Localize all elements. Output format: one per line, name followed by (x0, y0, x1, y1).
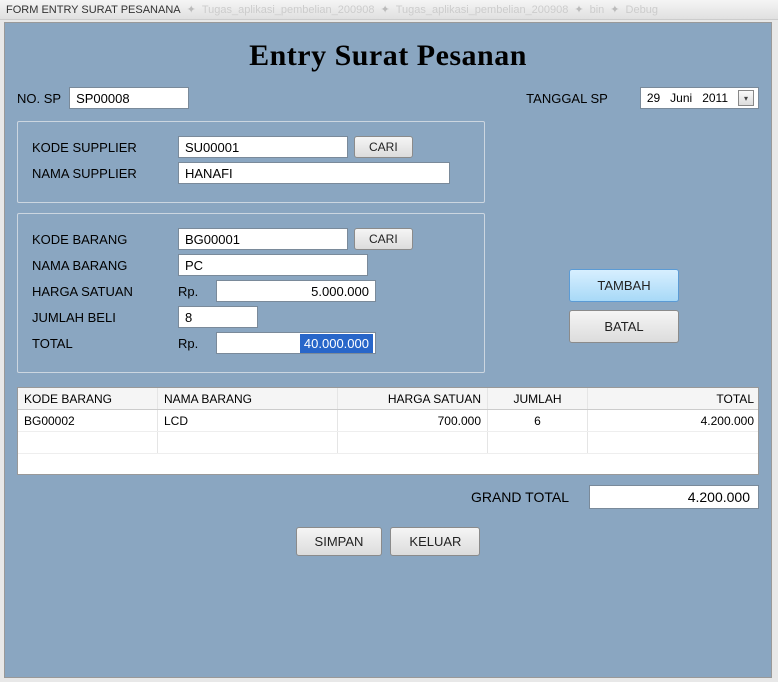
rp-label: Rp. (178, 336, 210, 351)
table-row[interactable]: BG00002 LCD 700.000 6 4.200.000 (18, 410, 758, 432)
batal-button[interactable]: BATAL (569, 310, 679, 343)
tab-3[interactable]: bin (590, 4, 605, 16)
header-row: NO. SP TANGGAL SP 29 Juni 2011 ▾ (17, 87, 759, 109)
cell-kode: BG00002 (18, 410, 158, 431)
kode-barang-label: KODE BARANG (32, 232, 172, 247)
col-nama-barang[interactable]: NAMA BARANG (158, 388, 338, 409)
tab-separator: ✦ (381, 3, 390, 16)
keluar-button[interactable]: KELUAR (390, 527, 480, 556)
grand-total-row: GRAND TOTAL (17, 485, 759, 509)
tambah-button[interactable]: TAMBAH (569, 269, 679, 302)
grand-total-label: GRAND TOTAL (471, 489, 569, 505)
barang-group: KODE BARANG CARI NAMA BARANG HARGA SATUA… (17, 213, 485, 373)
chevron-down-icon[interactable]: ▾ (738, 90, 754, 106)
nama-supplier-input[interactable] (178, 162, 450, 184)
harga-satuan-input[interactable] (216, 280, 376, 302)
side-buttons: TAMBAH BATAL (569, 269, 679, 343)
total-label: TOTAL (32, 336, 172, 351)
supplier-group: KODE SUPPLIER CARI NAMA SUPPLIER (17, 121, 485, 203)
cell-total: 4.200.000 (588, 410, 760, 431)
tab-1[interactable]: Tugas_aplikasi_pembelian_200908 (202, 4, 375, 16)
kode-supplier-input[interactable] (178, 136, 348, 158)
date-year: 2011 (702, 91, 728, 105)
cell-jumlah: 6 (488, 410, 588, 431)
form-window: Entry Surat Pesanan NO. SP TANGGAL SP 29… (4, 22, 772, 678)
date-day: 29 (647, 91, 660, 105)
window-title-bar: FORM ENTRY SURAT PESANANA ✦ Tugas_aplika… (0, 0, 778, 20)
simpan-button[interactable]: SIMPAN (296, 527, 383, 556)
window-title: FORM ENTRY SURAT PESANANA (6, 4, 181, 16)
jumlah-beli-label: JUMLAH BELI (32, 310, 172, 325)
cell-nama: LCD (158, 410, 338, 431)
col-harga-satuan[interactable]: HARGA SATUAN (338, 388, 488, 409)
harga-satuan-label: HARGA SATUAN (32, 284, 172, 299)
total-input[interactable]: 40.000.000 (216, 332, 376, 354)
tab-separator: ✦ (187, 3, 196, 16)
tanggal-sp-label: TANGGAL SP (526, 91, 608, 106)
items-table: KODE BARANG NAMA BARANG HARGA SATUAN JUM… (17, 387, 759, 475)
kode-barang-input[interactable] (178, 228, 348, 250)
cell-harga: 700.000 (338, 410, 488, 431)
no-sp-label: NO. SP (17, 91, 61, 106)
date-month: Juni (670, 91, 692, 105)
nama-barang-label: NAMA BARANG (32, 258, 172, 273)
tab-2[interactable]: Tugas_aplikasi_pembelian_200908 (396, 4, 569, 16)
tab-4[interactable]: Debug (626, 4, 658, 16)
cari-supplier-button[interactable]: CARI (354, 136, 413, 158)
nama-supplier-label: NAMA SUPPLIER (32, 166, 172, 181)
col-total[interactable]: TOTAL (588, 388, 760, 409)
tanggal-sp-datepicker[interactable]: 29 Juni 2011 ▾ (640, 87, 759, 109)
tab-separator: ✦ (574, 3, 583, 16)
tab-separator: ✦ (610, 3, 619, 16)
table-header: KODE BARANG NAMA BARANG HARGA SATUAN JUM… (18, 388, 758, 410)
total-value-selected: 40.000.000 (300, 334, 373, 353)
bottom-buttons: SIMPAN KELUAR (17, 527, 759, 556)
no-sp-input[interactable] (69, 87, 189, 109)
col-jumlah[interactable]: JUMLAH (488, 388, 588, 409)
nama-barang-input[interactable] (178, 254, 368, 276)
rp-label: Rp. (178, 284, 210, 299)
kode-supplier-label: KODE SUPPLIER (32, 140, 172, 155)
cari-barang-button[interactable]: CARI (354, 228, 413, 250)
col-kode-barang[interactable]: KODE BARANG (18, 388, 158, 409)
table-row-empty (18, 432, 758, 454)
jumlah-beli-input[interactable] (178, 306, 258, 328)
grand-total-input[interactable] (589, 485, 759, 509)
page-title: Entry Surat Pesanan (17, 39, 759, 73)
